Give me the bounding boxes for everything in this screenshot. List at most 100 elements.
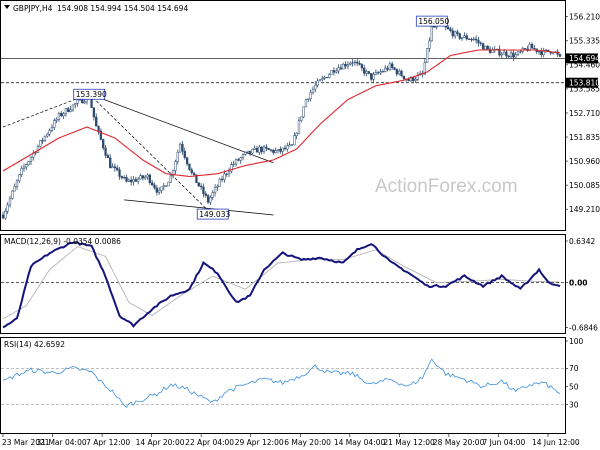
candle-body <box>64 108 68 114</box>
candle-body <box>274 150 277 153</box>
candle-body <box>337 67 340 72</box>
candle-body <box>74 103 77 106</box>
candle-body <box>162 185 165 188</box>
candle-body <box>304 99 308 108</box>
macd-title: MACD(12,26,9) -0.0354 0.0086 <box>4 237 121 246</box>
candle-body <box>346 64 350 67</box>
candle-body <box>15 180 19 187</box>
candle <box>251 148 254 155</box>
candle-body <box>29 157 33 162</box>
candle <box>304 98 308 108</box>
candle-body <box>351 62 354 64</box>
candle-body <box>218 178 221 187</box>
x-tick-label: 22 Apr 04:00 <box>185 438 234 447</box>
x-tick-label: 21 May 12:00 <box>383 438 435 447</box>
price-annotation-label: 156.050 <box>418 17 449 26</box>
candle-body <box>474 38 478 41</box>
price-y-tick-label: 155.335 <box>569 37 600 46</box>
candle-body <box>181 143 184 152</box>
candle-body <box>393 67 396 70</box>
candle-body <box>111 166 114 169</box>
candle-body <box>460 37 464 39</box>
candle-body <box>258 146 261 153</box>
price-tag-label: 153.810 <box>569 79 600 88</box>
candle-body <box>309 92 312 100</box>
candle <box>426 48 429 63</box>
candle-body <box>516 51 520 56</box>
candle-body <box>18 174 21 182</box>
candle-body <box>302 106 305 118</box>
candle-body <box>123 177 126 179</box>
candle <box>325 76 329 79</box>
candle-body <box>523 48 527 50</box>
candle-body <box>314 84 317 90</box>
candle-body <box>255 147 259 153</box>
candle <box>430 24 433 42</box>
candle-body <box>53 120 56 128</box>
candle-body <box>356 61 359 64</box>
candle-body <box>20 168 23 175</box>
price-tag-label: 154.694 <box>569 54 600 63</box>
candle-body <box>151 182 154 186</box>
candle-body <box>216 185 219 188</box>
watermark: ActionForex.com <box>375 176 518 197</box>
candle-body <box>6 204 9 212</box>
candle-body <box>395 69 399 75</box>
candle-body <box>43 135 47 141</box>
candle-body <box>332 70 336 73</box>
candle-body <box>400 70 403 77</box>
candle-body <box>116 167 119 171</box>
candle-body <box>262 146 266 152</box>
rsi-y-tick-label: 30 <box>569 401 579 410</box>
candle-body <box>160 186 163 191</box>
x-tick-label: 14 Jun 12:00 <box>532 438 580 447</box>
candle-body <box>446 26 450 30</box>
candle-body <box>8 197 12 206</box>
candle <box>218 177 221 187</box>
candle-body <box>4 211 7 219</box>
candle-body <box>512 52 515 58</box>
candle <box>178 142 182 153</box>
candle-body <box>412 77 415 81</box>
candle-body <box>248 150 252 154</box>
candle-body <box>470 39 473 41</box>
candle-body <box>213 187 217 193</box>
candle-body <box>260 146 263 152</box>
candle-body <box>426 48 429 63</box>
candle-body <box>223 173 226 180</box>
candle-body <box>69 109 72 112</box>
candle <box>330 69 333 75</box>
candle-body <box>290 144 294 146</box>
candle-body <box>381 71 385 73</box>
candle-body <box>118 169 121 177</box>
candle-body <box>398 70 401 75</box>
candle-body <box>344 64 347 67</box>
x-tick-label: 14 Apr 20:00 <box>136 438 185 447</box>
candle-body <box>90 98 93 108</box>
candle-body <box>83 101 86 104</box>
candle-body <box>321 77 324 81</box>
rsi-y-tick-label: 100 <box>569 337 584 346</box>
candle-body <box>463 35 466 38</box>
candle-body <box>297 120 301 134</box>
macd-y-tick-label: 0.6342 <box>569 237 595 246</box>
x-tick-label: 7 Apr 12:00 <box>86 438 130 447</box>
candle-body <box>48 130 51 135</box>
candle-body <box>558 54 562 57</box>
candle-body <box>328 74 331 78</box>
candle-body <box>130 179 133 183</box>
candle-body <box>276 149 280 151</box>
candle-body <box>153 184 156 189</box>
candle-body <box>279 149 282 152</box>
candle-body <box>293 135 296 146</box>
candle-body <box>25 164 28 168</box>
candle-body <box>533 48 536 50</box>
candle-body <box>134 179 137 182</box>
candle-body <box>428 40 431 49</box>
candle-body <box>113 166 117 169</box>
candle-body <box>407 79 410 82</box>
candle-body <box>316 80 319 86</box>
candle-body <box>477 39 480 44</box>
candle-body <box>46 133 49 137</box>
candle-body <box>363 67 366 74</box>
